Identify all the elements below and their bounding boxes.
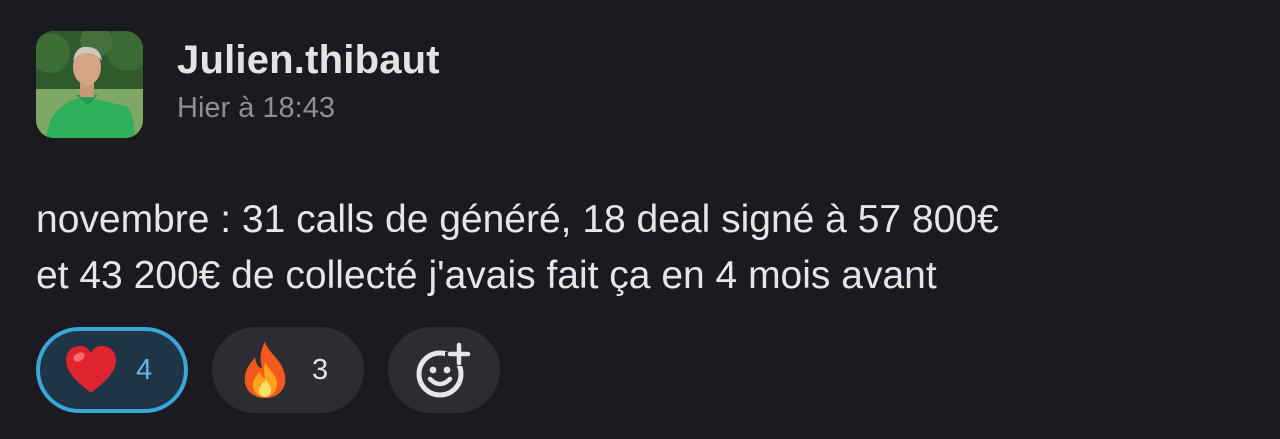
avatar[interactable] [36, 31, 143, 138]
reaction-heart[interactable]: 4 [36, 327, 188, 413]
message-body: novembre : 31 calls de généré, 18 deal s… [36, 192, 1236, 304]
reaction-count: 4 [136, 353, 153, 386]
message-timestamp[interactable]: Hier à 18:43 [177, 92, 335, 125]
message-body-line: et 43 200€ de collecté j'avais fait ça e… [36, 254, 937, 297]
reaction-count: 3 [312, 353, 329, 386]
author-username[interactable]: Julien.thibaut [177, 38, 440, 83]
message-body-line: novembre : 31 calls de généré, 18 deal s… [36, 198, 999, 241]
fire-icon [244, 342, 286, 398]
reaction-fire[interactable]: 3 [212, 327, 364, 413]
add-reaction-icon [416, 342, 471, 398]
reactions-bar: 4 3 [36, 327, 524, 413]
add-reaction-button[interactable] [388, 327, 500, 413]
message: Julien.thibaut Hier à 18:43 novembre : 3… [0, 0, 1280, 439]
avatar-image [36, 31, 143, 138]
heart-icon [66, 346, 116, 393]
